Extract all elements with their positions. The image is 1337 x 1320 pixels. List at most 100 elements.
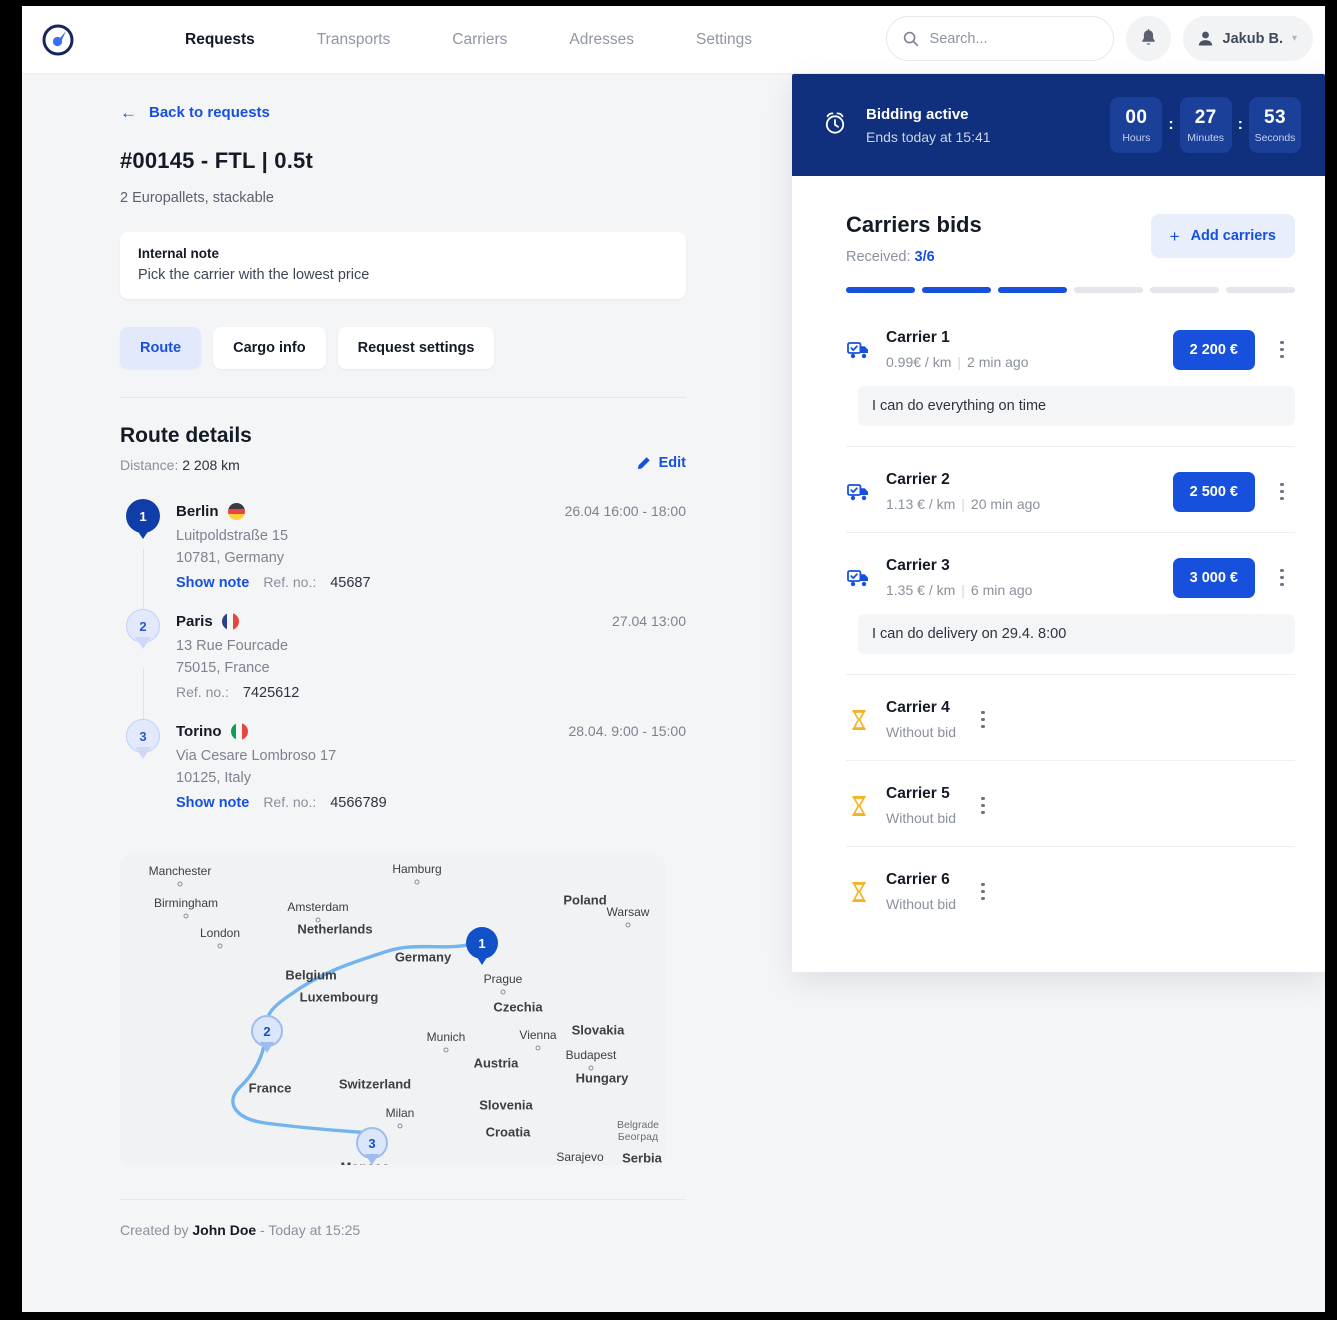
more-vertical-icon[interactable] [970,711,996,728]
map-city-dot [500,989,506,995]
map-pin-3[interactable]: 3 [356,1127,388,1165]
carrier-bid-message: I can do delivery on 29.4. 8:00 [858,614,1295,654]
bidding-status-bar: Bidding active Ends today at 15:41 00 Ho… [792,74,1325,176]
more-vertical-icon[interactable] [1269,341,1295,358]
map-pin-1[interactable]: 1 [466,927,498,968]
ref-label: Ref. no.: [176,684,229,700]
user-menu[interactable]: Jakub B. ▾ [1182,16,1313,61]
route-details-title: Route details [120,424,252,447]
map-label: Београд [617,1131,659,1143]
countdown-seconds-value: 53 [1264,106,1286,128]
map-city-dot [217,943,223,949]
map-city-dot [443,1047,449,1053]
more-vertical-icon[interactable] [1269,569,1295,586]
back-to-requests-link[interactable]: ← Back to requests [120,104,792,121]
countdown-minutes-unit: Minutes [1187,131,1225,144]
edit-route-button[interactable]: Edit [636,455,686,471]
bidding-status-text: Bidding active Ends today at 15:41 [866,106,991,145]
created-prefix: Created by [120,1222,189,1238]
carrier-status: Without bid [886,810,957,826]
ref-value: 4566789 [330,795,387,811]
carrier-bid-row[interactable]: Carrier 4 Without bid [846,674,1295,760]
more-vertical-icon[interactable] [970,883,996,900]
route-stops-list: 1 26.04 16:00 - 18:00 Berlin Luitpoldstr… [120,499,686,817]
flag-it-icon [230,723,248,740]
internal-note-card: Internal note Pick the carrier with the … [120,232,686,299]
map-label: Serbia [622,1150,662,1166]
nav-item-settings[interactable]: Settings [665,31,783,49]
carriers-bids-title: Carriers bids [846,212,982,237]
countdown-separator: : [1237,116,1243,133]
carrier-bid-row[interactable]: Carrier 2 1.13 € / km | 20 min ago 2 500 € [846,446,1295,532]
stop-address: Via Cesare Lombroso 17 [176,748,337,764]
more-vertical-icon[interactable] [1269,483,1295,500]
carrier-bid-price-button[interactable]: 2 500 € [1172,471,1255,512]
carrier-status-icon [846,482,872,502]
tab-cargo-info[interactable]: Cargo info [213,327,326,369]
carrier-status-icon [846,795,872,817]
tab-request-settings[interactable]: Request settings [337,327,495,369]
flag-de-icon [227,503,245,520]
carrier-name: Carrier 6 [886,871,950,888]
pencil-icon [637,456,650,469]
map-pin-2[interactable]: 2 [251,1015,283,1056]
map-label: Austria [473,1055,519,1071]
countdown-timer: 00 Hours : 27 Minutes : 53 Seconds [1110,97,1301,153]
notifications-button[interactable] [1125,16,1171,61]
nav-item-adresses[interactable]: Adresses [538,31,665,49]
stop-city: Torino [176,723,222,740]
stop-city: Berlin [176,503,219,520]
map-label: Budapest [565,1048,617,1062]
carrier-status-icon [846,340,872,360]
carrier-bid-row[interactable]: Carrier 5 Without bid [846,760,1295,846]
carrier-bid-main: Carrier 5 Without bid [846,785,1295,826]
tab-route[interactable]: Route [120,327,202,369]
countdown-seconds-unit: Seconds [1254,131,1296,144]
person-icon [1198,31,1212,46]
countdown-minutes-value: 27 [1194,106,1217,128]
carriers-bids-column: Bidding active Ends today at 15:41 00 Ho… [792,74,1325,1312]
carrier-bid-price-button[interactable]: 2 200 € [1172,329,1255,370]
carrier-status-icon [846,709,872,731]
carrier-bid-price-button[interactable]: 3 000 € [1172,557,1255,598]
nav-item-requests[interactable]: Requests [154,31,286,49]
map-label: Netherlands [297,921,373,937]
bid-progress-segment [1074,287,1143,293]
ref-label: Ref. no.: [263,794,317,810]
show-note-link[interactable]: Show note [176,795,249,811]
truck-check-icon [847,569,868,586]
carrier-bid-row[interactable]: Carrier 1 0.99€ / km | 2 min ago 2 200 € I ca… [846,303,1295,446]
detail-tabs: Route Cargo info Request settings [120,327,792,369]
brand-logo-icon[interactable] [38,20,78,60]
show-note-link[interactable]: Show note [176,575,249,591]
more-vertical-icon[interactable] [970,797,996,814]
countdown-hours-unit: Hours [1122,131,1151,144]
carrier-bid-row[interactable]: Carrier 6 Without bid [846,846,1295,932]
nav-item-carriers[interactable]: Carriers [421,31,538,49]
carrier-info: Carrier 2 1.13 € / km | 20 min ago [886,471,1040,512]
carrier-bid-main: Carrier 2 1.13 € / km | 20 min ago 2 500 € [846,471,1295,512]
top-right-actions: Search... Jakub B. ▾ [885,16,1313,61]
received-label: Received: [846,249,911,265]
map-label: Germany [394,949,452,965]
search-input[interactable]: Search... [885,16,1114,61]
map-label: Luxembourg [299,989,379,1005]
stop-time-window: 27.04 13:00 [612,613,686,629]
map-label: Croatia [485,1124,531,1140]
stop-postal-country: 10781, Germany [176,550,285,566]
stop-time-window: 26.04 16:00 - 18:00 [564,503,686,519]
carrier-bid-row[interactable]: Carrier 3 1.35 € / km | 6 min ago 3 000 € I c… [846,532,1295,674]
map-label: Slovenia [479,1097,533,1113]
route-map[interactable]: Manchester Birmingham London Hamburg Amsterd… [120,855,665,1165]
nav-item-transports[interactable]: Transports [286,31,422,49]
carriers-bids-panel: Bidding active Ends today at 15:41 00 Ho… [792,74,1325,972]
internal-note-value: Pick the carrier with the lowest price [138,267,370,283]
map-city-dot [414,879,420,885]
stop-pin-1: 1 [126,499,160,542]
plus-icon: + [1169,226,1180,246]
page-title: #00145 - FTL | 0.5t [120,148,313,173]
add-carriers-button[interactable]: + Add carriers [1150,214,1295,258]
carrier-rate-time: 0.99€ / km | 2 min ago [886,354,1029,370]
top-navigation-bar: Requests Transports Carriers Adresses Se… [22,6,1325,74]
ref-value: 7425612 [242,685,300,701]
